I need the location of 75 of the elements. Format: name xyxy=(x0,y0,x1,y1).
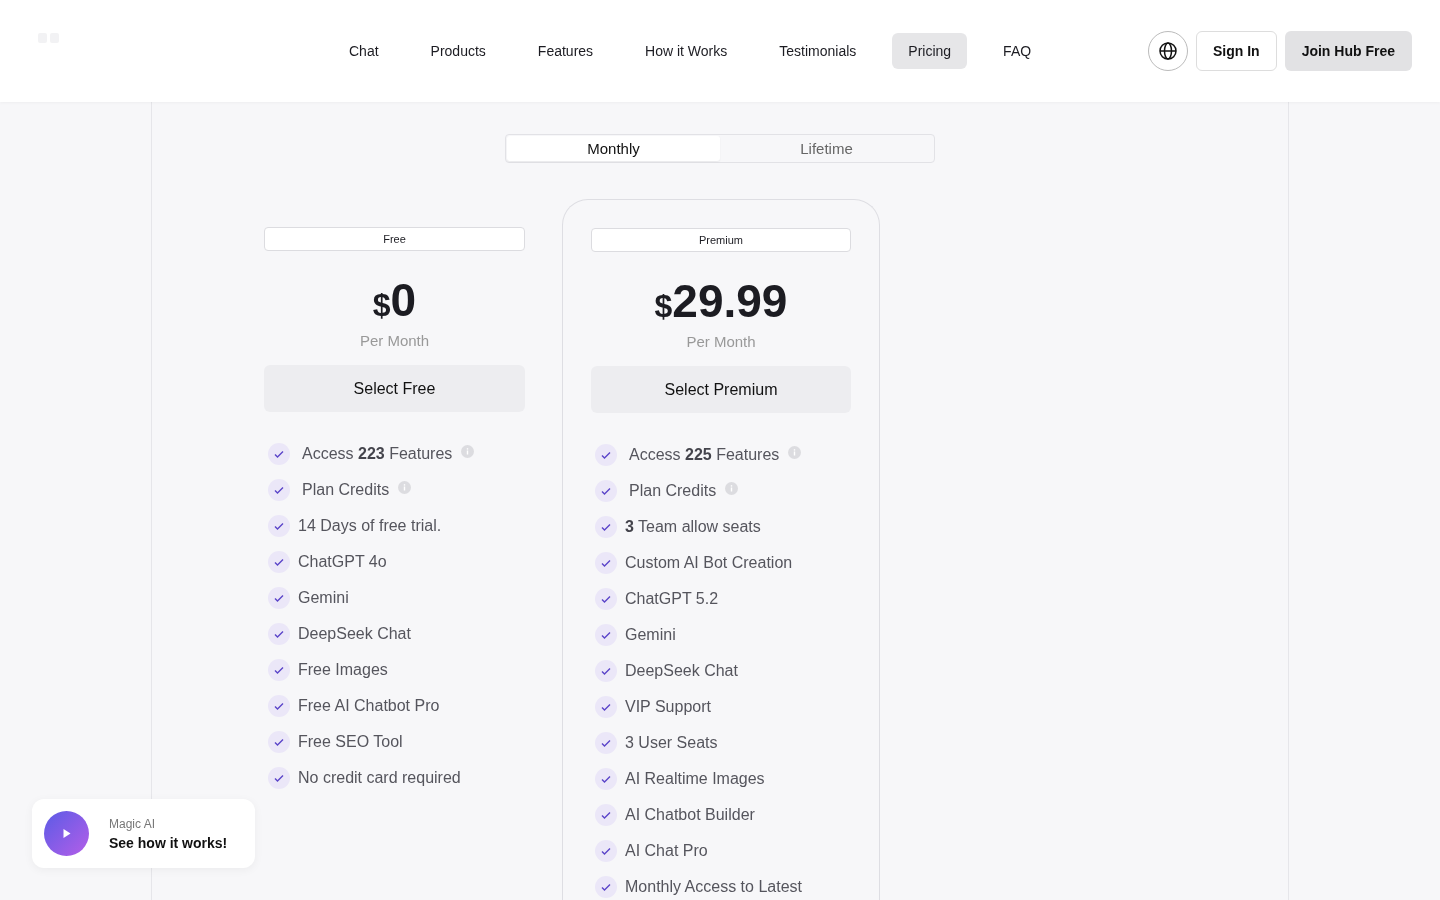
feature-text: ChatGPT 5.2 xyxy=(625,590,719,608)
plan-badge: Free xyxy=(264,227,525,251)
check-icon xyxy=(595,660,617,682)
feature-text: Free SEO Tool xyxy=(298,733,403,751)
nav-link[interactable]: Products xyxy=(414,33,502,69)
feature-text: ChatGPT 4o xyxy=(298,553,387,571)
billing-tab[interactable]: Monthly xyxy=(507,136,720,161)
feature-text: 14 Days of free trial. xyxy=(298,517,442,535)
feature-text: Gemini xyxy=(298,589,349,607)
info-icon[interactable] xyxy=(398,480,412,494)
check-icon xyxy=(595,588,617,610)
language-button[interactable] xyxy=(1147,31,1188,71)
check-icon xyxy=(595,696,617,718)
feature-text: AI Chatbot Builder xyxy=(625,806,755,824)
check-icon xyxy=(595,732,617,754)
nav-link[interactable]: Features xyxy=(521,33,610,69)
check-icon xyxy=(595,804,617,826)
check-icon xyxy=(595,480,617,502)
select-plan-button[interactable]: Select Free xyxy=(264,365,525,412)
feature-text: AI Realtime Images xyxy=(625,770,765,788)
nav-link[interactable]: How it Works xyxy=(629,33,744,69)
price: $29.99 xyxy=(653,276,789,329)
nav-link[interactable]: Testimonials xyxy=(763,33,873,69)
check-icon xyxy=(268,515,290,537)
feature-text: Access 225 Features xyxy=(629,446,780,464)
feature-text: Plan Credits xyxy=(629,482,717,500)
check-icon xyxy=(268,551,290,573)
check-icon xyxy=(268,443,290,465)
nav-link[interactable]: Chat xyxy=(333,33,395,69)
feature-text: Access 223 Features xyxy=(302,445,453,463)
feature-text: Free Images xyxy=(298,661,388,679)
check-icon xyxy=(595,768,617,790)
check-icon xyxy=(268,587,290,609)
feature-text: DeepSeek Chat xyxy=(298,625,411,643)
check-icon xyxy=(268,623,290,645)
info-icon[interactable] xyxy=(788,445,802,459)
info-icon[interactable] xyxy=(461,444,475,458)
promo-title: See how it works! xyxy=(109,834,228,851)
feature-text: AI Chat Pro xyxy=(625,842,708,860)
check-icon xyxy=(268,767,290,789)
feature-text: Monthly Access to Latest xyxy=(625,878,802,896)
feature-text: 3 User Seats xyxy=(625,734,718,752)
check-icon xyxy=(595,876,617,898)
check-icon xyxy=(595,444,617,466)
nav-link[interactable]: Pricing xyxy=(892,33,968,69)
price: $0 xyxy=(371,275,418,328)
price-period: Per Month xyxy=(685,333,757,350)
feature-text: Custom AI Bot Creation xyxy=(625,554,793,572)
feature-text: No credit card required xyxy=(298,769,461,787)
join-button[interactable]: Join Hub Free xyxy=(1284,31,1412,71)
check-icon xyxy=(268,731,290,753)
check-icon xyxy=(595,624,617,646)
plan-badge: Premium xyxy=(591,228,851,252)
check-icon xyxy=(595,552,617,574)
sign-in-button[interactable]: Sign In xyxy=(1195,31,1277,71)
video-promo-card[interactable]: Magic AI See how it works! xyxy=(32,799,255,868)
info-icon[interactable] xyxy=(725,481,739,495)
feature-text: Gemini xyxy=(625,626,676,644)
promo-caption: Magic AI xyxy=(109,816,157,831)
nav-link[interactable]: FAQ xyxy=(987,33,1048,69)
price-period: Per Month xyxy=(358,332,431,349)
feature-text: DeepSeek Chat xyxy=(625,662,738,680)
billing-tab[interactable]: Lifetime xyxy=(720,136,933,161)
feature-text: VIP Support xyxy=(625,698,711,716)
feature-text: Plan Credits xyxy=(302,481,390,499)
check-icon xyxy=(268,479,290,501)
check-icon xyxy=(595,516,617,538)
check-icon xyxy=(595,840,617,862)
check-icon xyxy=(268,659,290,681)
play-icon[interactable] xyxy=(44,811,89,856)
feature-text: Free AI Chatbot Pro xyxy=(298,697,440,715)
globe-icon xyxy=(1157,41,1178,61)
select-plan-button[interactable]: Select Premium xyxy=(591,366,851,413)
feature-text: 3 Team allow seats xyxy=(625,518,761,536)
check-icon xyxy=(268,695,290,717)
